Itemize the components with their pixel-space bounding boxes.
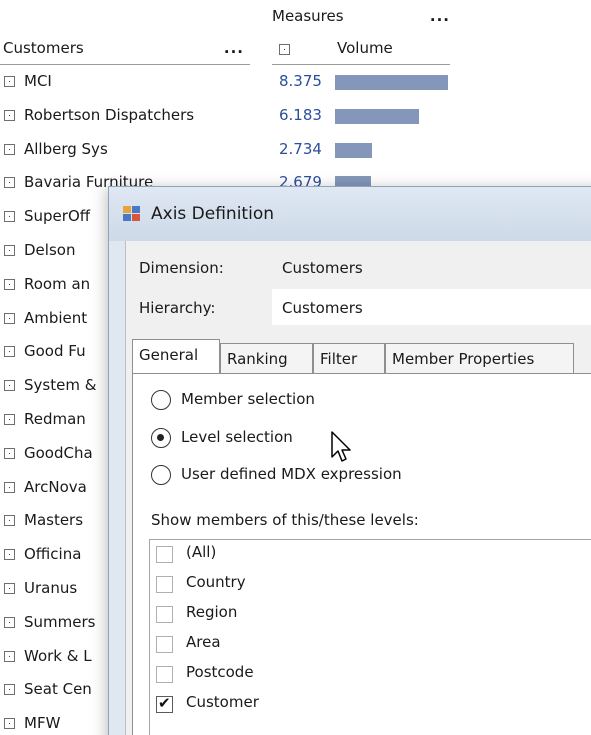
level-checkbox[interactable] (156, 666, 173, 683)
customer-name: GoodCha (24, 443, 93, 462)
customer-name: Work & L (24, 646, 92, 665)
level-checkbox[interactable] (156, 606, 173, 623)
level-label: (All) (186, 543, 217, 561)
mouse-cursor-icon (331, 431, 351, 462)
expand-icon[interactable] (4, 413, 15, 425)
customer-name: MFW (24, 714, 61, 733)
measures-label: Measures (272, 7, 344, 25)
volume-bar (335, 75, 448, 90)
level-label: Region (186, 603, 238, 621)
dimension-label: Dimension: (139, 259, 224, 277)
tab-filter-label: Filter (320, 350, 358, 368)
levels-list[interactable]: (All) Country Region Area Postcode ✔ Cus… (149, 539, 591, 735)
hierarchy-field[interactable]: Customers (272, 289, 591, 325)
expand-icon[interactable] (4, 515, 15, 527)
volume-label: Volume (337, 39, 393, 57)
customer-name: Summers (24, 612, 96, 631)
expand-icon[interactable] (4, 143, 15, 155)
hierarchy-value: Customers (282, 299, 363, 317)
levels-label: Show members of this/these levels: (151, 511, 419, 529)
tab-member-properties-label: Member Properties (392, 350, 535, 368)
table-row[interactable]: Robertson Dispatchers 6.183 (0, 99, 460, 133)
customers-header[interactable]: Customers ... (0, 37, 250, 65)
customers-menu-button[interactable]: ... (224, 39, 244, 57)
customer-name: SuperOff (24, 207, 91, 226)
expand-icon[interactable] (4, 447, 15, 459)
customer-name: Ambient (24, 308, 88, 327)
volume-value: 6.183 (279, 105, 322, 124)
level-checkbox-checked[interactable] (156, 694, 173, 713)
customer-name: Robertson Dispatchers (24, 105, 195, 124)
expand-icon[interactable] (4, 650, 15, 662)
volume-value: 8.375 (279, 72, 322, 90)
level-label: Postcode (186, 663, 254, 681)
volume-bar (335, 108, 419, 124)
expand-icon[interactable] (4, 481, 15, 493)
tab-strip: General Ranking Filter Member Properties (132, 339, 591, 374)
expand-icon[interactable] (279, 44, 290, 55)
radio-label: Member selection (181, 390, 315, 408)
table-row[interactable]: MCI 8.375 (0, 65, 460, 99)
customer-name: System & (24, 376, 97, 395)
radio-circle[interactable] (151, 390, 171, 410)
radio-label: User defined MDX expression (181, 465, 402, 483)
dialog-content: Dimension: Customers Hierarchy: Customer… (125, 241, 591, 735)
expand-icon[interactable] (4, 244, 15, 256)
general-tab-panel: Member selection Level selection User de… (132, 373, 591, 735)
expand-icon[interactable] (4, 278, 15, 290)
axis-definition-app-icon (123, 206, 141, 222)
level-checkbox[interactable] (156, 636, 173, 653)
radio-circle[interactable] (151, 465, 171, 485)
measures-menu-button[interactable]: ... (430, 7, 450, 25)
customer-name: Good Fu (24, 342, 86, 361)
dialog-titlebar[interactable]: Axis Definition (109, 187, 591, 241)
expand-icon[interactable] (4, 76, 15, 87)
customer-name: Uranus (24, 578, 78, 597)
level-checkbox[interactable] (156, 546, 173, 563)
expand-icon[interactable] (4, 312, 15, 324)
expand-icon[interactable] (4, 549, 15, 561)
tab-member-properties[interactable]: Member Properties (385, 343, 574, 373)
expand-icon[interactable] (4, 380, 15, 392)
expand-icon[interactable] (4, 684, 15, 696)
customer-name: Officina (24, 545, 82, 564)
expand-icon[interactable] (4, 616, 15, 628)
expand-icon[interactable] (4, 109, 15, 121)
expand-icon[interactable] (4, 211, 15, 223)
level-label: Country (186, 573, 246, 591)
radio-label: Level selection (181, 428, 293, 446)
expand-icon[interactable] (4, 718, 15, 730)
dialog-title: Axis Definition (151, 204, 274, 224)
tab-ranking-label: Ranking (227, 350, 288, 368)
volume-value: 2.734 (279, 139, 322, 158)
volume-header[interactable]: Volume (272, 37, 450, 65)
hierarchy-label: Hierarchy: (139, 299, 216, 317)
customer-name: Redman (24, 409, 86, 428)
customer-name: MCI (24, 72, 52, 90)
expand-icon[interactable] (4, 582, 15, 594)
expand-icon[interactable] (4, 177, 15, 189)
customer-name: Delson (24, 240, 76, 259)
customer-name: Seat Cen (24, 680, 92, 699)
measures-header[interactable]: Measures ... (272, 5, 450, 33)
tab-ranking[interactable]: Ranking (220, 343, 313, 373)
radio-circle-selected[interactable] (151, 428, 171, 448)
table-row[interactable]: Allberg Sys 2.734 (0, 133, 460, 167)
level-label: Customer (186, 693, 259, 711)
dimension-value: Customers (282, 259, 363, 277)
customer-name: Room an (24, 274, 91, 293)
customer-name: Masters (24, 511, 84, 530)
level-label: Area (186, 633, 221, 651)
tab-general-label: General (139, 346, 199, 364)
expand-icon[interactable] (4, 346, 15, 358)
level-checkbox[interactable] (156, 576, 173, 593)
tab-filter[interactable]: Filter (313, 343, 385, 373)
customers-label: Customers (3, 39, 84, 57)
tab-general[interactable]: General (132, 339, 220, 374)
volume-bar (335, 142, 372, 158)
customer-name: ArcNova (24, 477, 87, 496)
customer-name: Allberg Sys (24, 139, 108, 158)
